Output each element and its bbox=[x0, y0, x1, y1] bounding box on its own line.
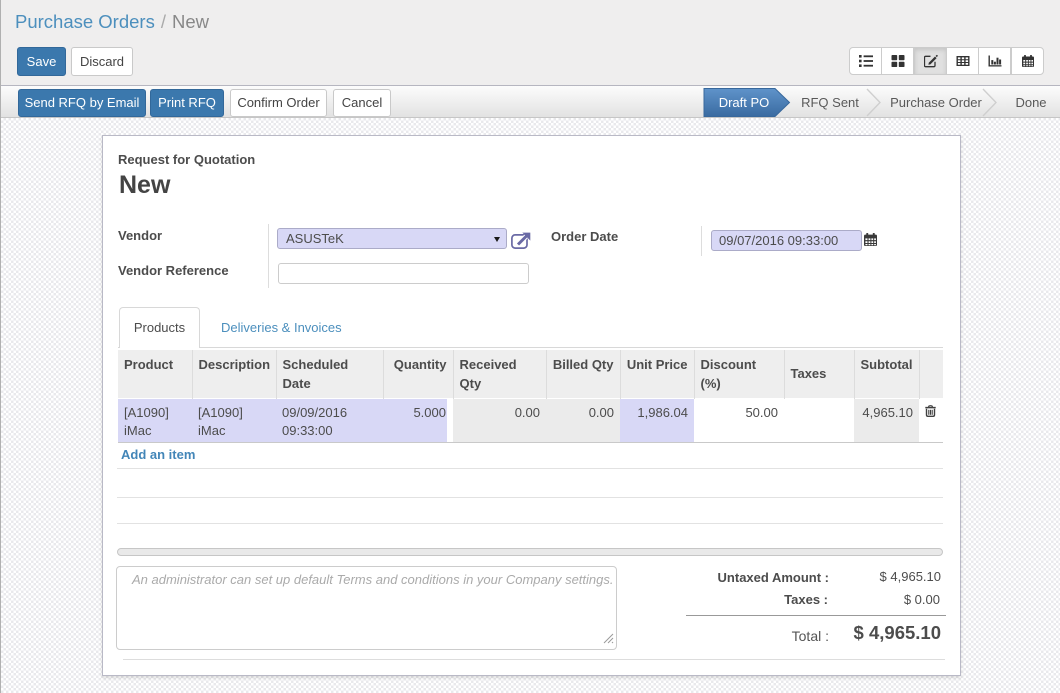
svg-text:Draft PO: Draft PO bbox=[719, 95, 770, 110]
svg-text:Done: Done bbox=[1015, 95, 1046, 110]
svg-text:Purchase Order: Purchase Order bbox=[890, 95, 982, 110]
svg-text:RFQ Sent: RFQ Sent bbox=[801, 95, 859, 110]
